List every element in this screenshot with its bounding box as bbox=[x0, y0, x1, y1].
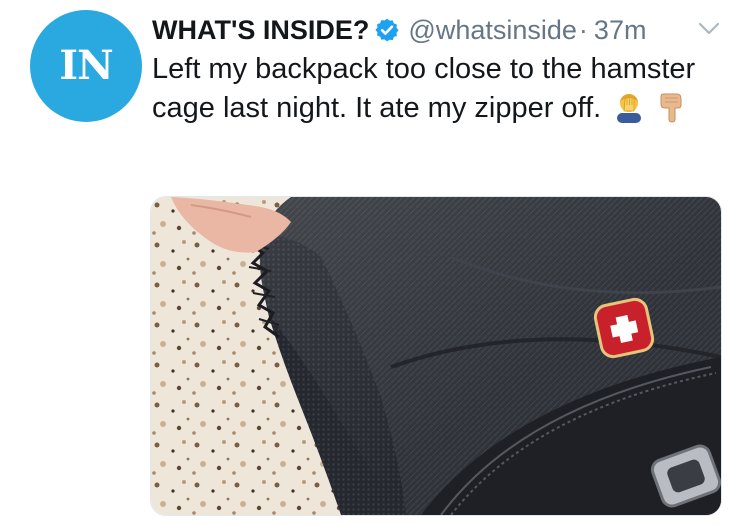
tweet-photo[interactable] bbox=[150, 196, 722, 516]
avatar-logo-text: IN bbox=[59, 42, 113, 89]
timestamp[interactable]: 37m bbox=[594, 15, 647, 46]
pointing-down-emoji-icon bbox=[660, 93, 682, 123]
tweet-text-body: Left my backpack too close to the hamste… bbox=[152, 53, 696, 124]
verified-badge-icon bbox=[375, 18, 400, 42]
separator-dot: · bbox=[578, 14, 588, 45]
tweet-text: Left my backpack too close to the hamste… bbox=[152, 50, 742, 128]
backpack-photo bbox=[151, 197, 721, 515]
avatar[interactable]: IN bbox=[30, 10, 142, 122]
display-name[interactable]: WHAT'S INSIDE? bbox=[152, 15, 369, 46]
tweet: IN WHAT'S INSIDE? @whatsinside · 37m Lef… bbox=[0, 0, 755, 525]
chevron-down-icon[interactable] bbox=[698, 22, 720, 36]
facepalm-emoji-icon bbox=[617, 94, 642, 123]
handle[interactable]: @whatsinside bbox=[408, 15, 577, 46]
tweet-header: WHAT'S INSIDE? @whatsinside · 37m bbox=[152, 12, 646, 48]
